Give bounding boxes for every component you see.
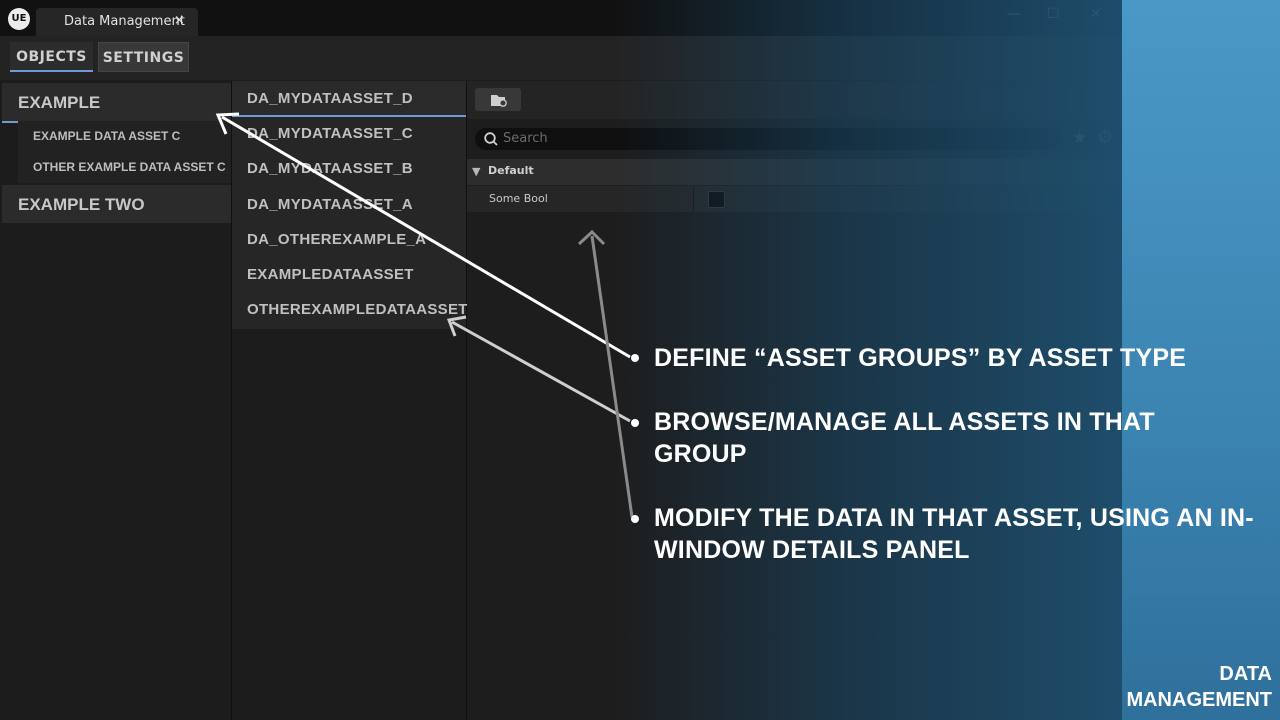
brand-title-line2: MANAGEMENT xyxy=(1126,689,1272,711)
callout-modify-data: MODIFY THE DATA IN THAT ASSET, USING AN … xyxy=(654,504,1254,564)
callout-bullet xyxy=(631,354,639,362)
callout-bullet xyxy=(631,515,639,523)
arrow-line xyxy=(221,115,631,359)
callout-bullet xyxy=(631,419,639,427)
arrow-line xyxy=(590,235,634,518)
callout-browse-assets: BROWSE/MANAGE ALL ASSETS IN THAT GROUP xyxy=(654,408,1155,468)
arrow-line xyxy=(451,320,631,423)
brand-title-line1: DATA xyxy=(1219,663,1272,685)
callout-define-groups: DEFINE “ASSET GROUPS” BY ASSET TYPE xyxy=(654,344,1187,372)
